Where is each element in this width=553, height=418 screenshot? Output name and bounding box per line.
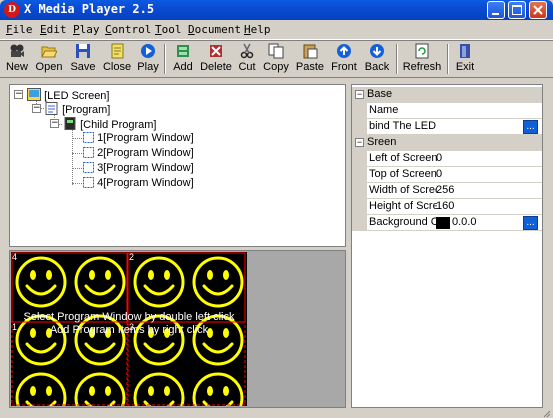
maximize-icon — [512, 5, 522, 15]
window-icon — [83, 177, 94, 188]
smiley-face-icon — [133, 256, 185, 308]
collapse-toggle-base[interactable]: − — [355, 90, 364, 99]
collapse-toggle-program[interactable]: − — [32, 104, 41, 113]
smiley-face-icon — [15, 372, 67, 406]
prop-row-left[interactable]: Left of Screen 0 — [352, 151, 542, 167]
open-button[interactable]: Open — [33, 41, 65, 77]
tree-node-program-window-1[interactable]: 1[Program Window] — [83, 132, 194, 144]
menu-control[interactable]: Control — [105, 23, 151, 36]
smiley-face-icon — [133, 372, 185, 406]
window-icon — [83, 132, 94, 143]
new-button[interactable]: New — [3, 41, 31, 77]
tree-node-program[interactable]: [Program] — [45, 102, 110, 116]
save-button[interactable]: Save — [67, 41, 99, 77]
exit-button[interactable]: Exit — [452, 41, 478, 77]
film-icon — [10, 44, 24, 57]
window-title: X Media Player 2.5 — [24, 2, 155, 16]
copy-icon — [268, 43, 284, 59]
toolbar: New Open Save Close Play Add Delete Cut … — [0, 40, 553, 78]
menu-file[interactable]: File — [6, 23, 33, 36]
led-screen-icon — [27, 88, 41, 101]
cut-button[interactable]: Cut — [235, 41, 259, 77]
prop-row-name[interactable]: Name — [352, 103, 542, 119]
collapse-toggle-root[interactable]: − — [14, 90, 23, 99]
smiley-face-icon — [74, 256, 126, 308]
preview-hint-line-1: Select Program Window by double left cli… — [23, 311, 235, 323]
color-swatch — [436, 217, 450, 229]
copy-button[interactable]: Copy — [261, 41, 291, 77]
tree-node-child-program[interactable]: [Child Program] — [63, 117, 156, 131]
front-button[interactable]: Front — [328, 41, 360, 77]
tree-node-led-screen[interactable]: [LED Screen] — [27, 88, 109, 102]
exit-door-icon — [460, 44, 470, 58]
scissors-icon — [240, 43, 254, 59]
prop-row-background-color[interactable]: Background Co 0.0.0 ... — [352, 215, 542, 231]
bind-led-ellipsis-button[interactable]: ... — [523, 120, 538, 134]
menu-play[interactable]: Play — [73, 23, 100, 36]
window-icon — [83, 147, 94, 158]
minimize-button[interactable] — [487, 1, 505, 19]
tree-node-program-window-3[interactable]: 3[Program Window] — [83, 162, 194, 174]
minimize-icon — [492, 13, 499, 15]
folder-open-icon — [41, 46, 57, 58]
smiley-face-icon — [15, 256, 67, 308]
add-window-icon — [177, 45, 189, 57]
add-button[interactable]: Add — [169, 41, 197, 77]
delete-button[interactable]: Delete — [199, 41, 233, 77]
paste-button[interactable]: Paste — [294, 41, 326, 77]
collapse-toggle-child-program[interactable]: − — [50, 119, 59, 128]
menu-bar: File Edit Play Control Tool Document Hel… — [0, 20, 553, 40]
app-logo-icon: D — [4, 2, 20, 18]
close-document-icon — [111, 43, 124, 59]
program-icon — [45, 102, 58, 115]
back-button[interactable]: Back — [362, 41, 392, 77]
menu-document[interactable]: Document — [188, 23, 241, 36]
smiley-face-icon — [192, 372, 244, 406]
close-icon — [533, 5, 543, 15]
category-base[interactable]: − Base — [352, 87, 542, 103]
category-screen[interactable]: − Sreen — [352, 135, 542, 151]
program-tree[interactable]: − [LED Screen] − [Program] − [Child Prog… — [9, 84, 346, 247]
tree-node-program-window-2[interactable]: 2[Program Window] — [83, 147, 194, 159]
close-window-button[interactable] — [529, 1, 547, 19]
delete-window-icon — [210, 45, 222, 57]
window-number-label: 4 — [12, 252, 18, 262]
floppy-disk-icon — [76, 44, 90, 58]
close-file-button[interactable]: Close — [101, 41, 133, 77]
collapse-toggle-screen[interactable]: − — [355, 138, 364, 147]
child-program-icon — [64, 117, 76, 130]
smiley-face-icon — [74, 372, 126, 406]
arrow-down-icon — [370, 44, 384, 58]
window-number-label: 2 — [129, 252, 135, 262]
prop-row-width[interactable]: Width of Scree 256 — [352, 183, 542, 199]
smiley-face-icon — [192, 256, 244, 308]
menu-edit[interactable]: Edit — [40, 23, 67, 36]
prop-row-top[interactable]: Top of Screen 0 — [352, 167, 542, 183]
arrow-up-icon — [337, 44, 351, 58]
preview-hint-line-2: Add Program Items by right click — [49, 324, 209, 336]
refresh-button[interactable]: Refresh — [401, 41, 443, 77]
prop-row-height[interactable]: Height of Scre 160 — [352, 199, 542, 215]
title-bar: D X Media Player 2.5 — [0, 0, 553, 20]
led-preview-canvas[interactable]: 4 2 1 3 Select Program Window by double … — [11, 252, 247, 406]
menu-help[interactable]: Help — [244, 23, 271, 36]
window-icon — [83, 162, 94, 173]
prop-row-bind-led[interactable]: bind The LED ... — [352, 119, 542, 135]
play-icon — [141, 44, 155, 58]
refresh-icon — [415, 43, 429, 59]
maximize-button[interactable] — [508, 1, 526, 19]
status-bar — [0, 410, 553, 418]
property-grid: − Base Name bind The LED ... − Sreen Lef… — [351, 84, 543, 408]
resize-grip-icon[interactable] — [543, 410, 551, 418]
tree-node-program-window-4[interactable]: 4[Program Window] — [83, 177, 194, 189]
play-button[interactable]: Play — [135, 41, 161, 77]
menu-tool[interactable]: Tool — [155, 23, 182, 36]
paste-icon — [303, 44, 318, 59]
background-color-ellipsis-button[interactable]: ... — [523, 216, 538, 230]
